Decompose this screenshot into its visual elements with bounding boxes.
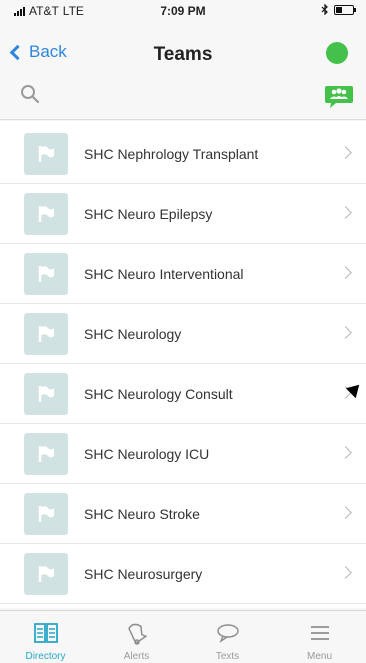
team-flag-icon bbox=[24, 313, 68, 355]
search-bar bbox=[0, 72, 366, 120]
team-name: SHC Neuro Epilepsy bbox=[84, 206, 213, 222]
tab-label: Directory bbox=[25, 651, 66, 662]
tab-texts[interactable]: Texts bbox=[182, 611, 273, 663]
chevron-right-icon bbox=[339, 446, 352, 459]
directory-icon bbox=[33, 623, 58, 643]
tab-menu[interactable]: Menu bbox=[273, 611, 366, 663]
team-row[interactable]: SHC Neuro Epilepsy bbox=[0, 184, 366, 244]
team-name: SHC Nephrology Transplant bbox=[84, 146, 259, 162]
page-title: Teams bbox=[153, 44, 213, 65]
battery-icon bbox=[334, 4, 356, 15]
chevron-right-icon bbox=[339, 146, 352, 159]
bluetooth-icon bbox=[321, 4, 328, 15]
status-bar: AT&T LTE 7:09 PM bbox=[0, 0, 366, 22]
team-name: SHC Neurology ICU bbox=[84, 446, 210, 462]
team-row[interactable]: SHC Nephrology Transplant bbox=[0, 124, 366, 184]
tab-directory[interactable]: Directory bbox=[0, 611, 91, 663]
speech-bubble-icon bbox=[216, 624, 239, 643]
team-name: SHC Neurosurgery bbox=[84, 566, 203, 582]
team-row-partial[interactable] bbox=[0, 604, 366, 608]
chevron-right-icon bbox=[339, 566, 352, 579]
team-name: SHC Neuro Interventional bbox=[84, 266, 244, 282]
team-row[interactable]: SHC Neurology ICU bbox=[0, 424, 366, 484]
chevron-right-icon bbox=[339, 266, 352, 279]
tab-bar: Directory Alerts Texts Menu bbox=[0, 610, 366, 663]
hamburger-menu-icon bbox=[310, 626, 329, 640]
team-row[interactable]: SHC Neuro Interventional bbox=[0, 244, 366, 304]
team-row[interactable]: SHC Neurology Consult bbox=[0, 364, 366, 424]
team-flag-icon bbox=[24, 553, 68, 595]
team-row[interactable]: SHC Neurology bbox=[0, 304, 366, 364]
team-name: SHC Neurology Consult bbox=[84, 386, 233, 402]
team-flag-icon bbox=[24, 433, 68, 475]
search-icon[interactable] bbox=[20, 84, 40, 104]
chevron-right-icon bbox=[339, 326, 352, 339]
bell-icon bbox=[127, 623, 147, 645]
team-name: SHC Neurology bbox=[84, 326, 182, 342]
presence-status-indicator[interactable] bbox=[326, 42, 348, 64]
status-right-group bbox=[321, 4, 356, 15]
tab-label: Texts bbox=[215, 651, 240, 662]
team-name: SHC Neuro Stroke bbox=[84, 506, 200, 522]
team-row[interactable]: SHC Neuro Stroke bbox=[0, 484, 366, 544]
team-row[interactable]: SHC Neurosurgery bbox=[0, 544, 366, 604]
group-chat-icon[interactable] bbox=[324, 84, 354, 110]
team-list: SHC Nephrology Transplant SHC Neuro Epil… bbox=[0, 121, 366, 608]
tab-alerts[interactable]: Alerts bbox=[91, 611, 182, 663]
tab-label: Alerts bbox=[123, 651, 150, 662]
team-flag-icon bbox=[24, 373, 68, 415]
team-flag-icon bbox=[24, 193, 68, 235]
team-flag-icon bbox=[24, 133, 68, 175]
tab-label: Menu bbox=[306, 651, 332, 662]
team-flag-icon bbox=[24, 493, 68, 535]
status-time: 7:09 PM bbox=[160, 4, 206, 18]
chevron-right-icon bbox=[339, 506, 352, 519]
navigation-bar: Back Teams bbox=[0, 22, 366, 72]
team-flag-icon bbox=[24, 253, 68, 295]
chevron-right-icon bbox=[339, 206, 352, 219]
